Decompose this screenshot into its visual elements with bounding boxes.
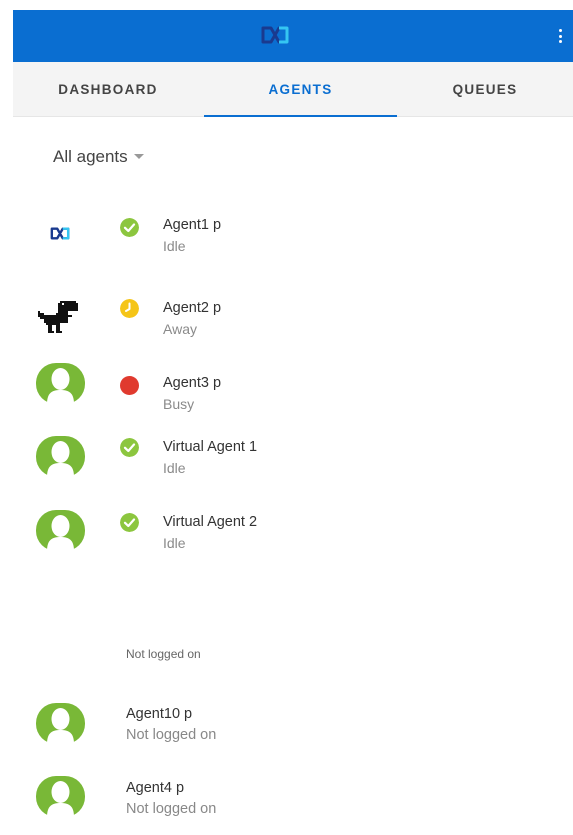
caret-down-icon [133,154,144,160]
offline-section-label: Not logged on [126,647,201,661]
default-user-icon [36,363,85,404]
default-user-icon [36,776,85,817]
agent-status-text: Idle [163,535,186,551]
agent-row[interactable]: Agent2 p Away [13,287,573,347]
agent-name: Virtual Agent 1 [163,439,258,455]
agent-name: Agent2 p [163,300,222,316]
tab-bar: DASHBOARD AGENTS QUEUES [13,62,573,117]
default-user-icon [36,703,85,744]
tab-queues[interactable]: QUEUES [397,62,573,117]
agent-status-text: Idle [163,238,186,254]
check-icon [120,218,139,237]
overflow-menu-icon[interactable] [555,26,565,46]
tab-dashboard[interactable]: DASHBOARD [13,62,203,117]
default-user-icon [36,510,85,551]
agent-filter-label: All agents [53,147,128,166]
agent-name: Agent1 p [163,217,222,233]
app-header [13,10,573,62]
offline-agent-row[interactable]: Agent10 p Not logged on [13,703,573,763]
check-icon [120,513,139,532]
agent-name: Virtual Agent 2 [163,514,258,530]
agent-status-text: Not logged on [126,727,217,743]
agent-filter-dropdown[interactable]: All agents [53,147,144,167]
agent-name: Agent10 p [126,706,193,722]
brand-logo-icon [261,26,289,44]
agents-panel: DASHBOARD AGENTS QUEUES All agents Agent… [13,10,573,835]
agent-status-text: Idle [163,460,186,476]
agent-row[interactable]: Virtual Agent 2 Idle [13,510,573,570]
dinosaur-icon [38,301,78,333]
offline-agent-row[interactable]: Agent4 p Not logged on [13,776,573,835]
check-icon [120,438,139,457]
agent-name: Agent4 p [126,780,185,796]
agent-status-text: Busy [163,396,195,412]
agent-row[interactable]: Virtual Agent 1 Idle [13,436,573,496]
dot-icon [120,376,139,395]
active-tab-indicator [204,115,397,117]
agent-row[interactable]: Agent1 p Idle [13,213,573,273]
agent-name: Agent3 p [163,375,222,391]
default-user-icon [36,436,85,477]
agent-status-text: Not logged on [126,801,217,817]
clock-icon [120,299,139,318]
agent-status-text: Away [163,321,197,337]
logo-icon [50,227,70,240]
tab-agents[interactable]: AGENTS [204,62,397,117]
agent-row[interactable]: Agent3 p Busy [13,363,573,423]
